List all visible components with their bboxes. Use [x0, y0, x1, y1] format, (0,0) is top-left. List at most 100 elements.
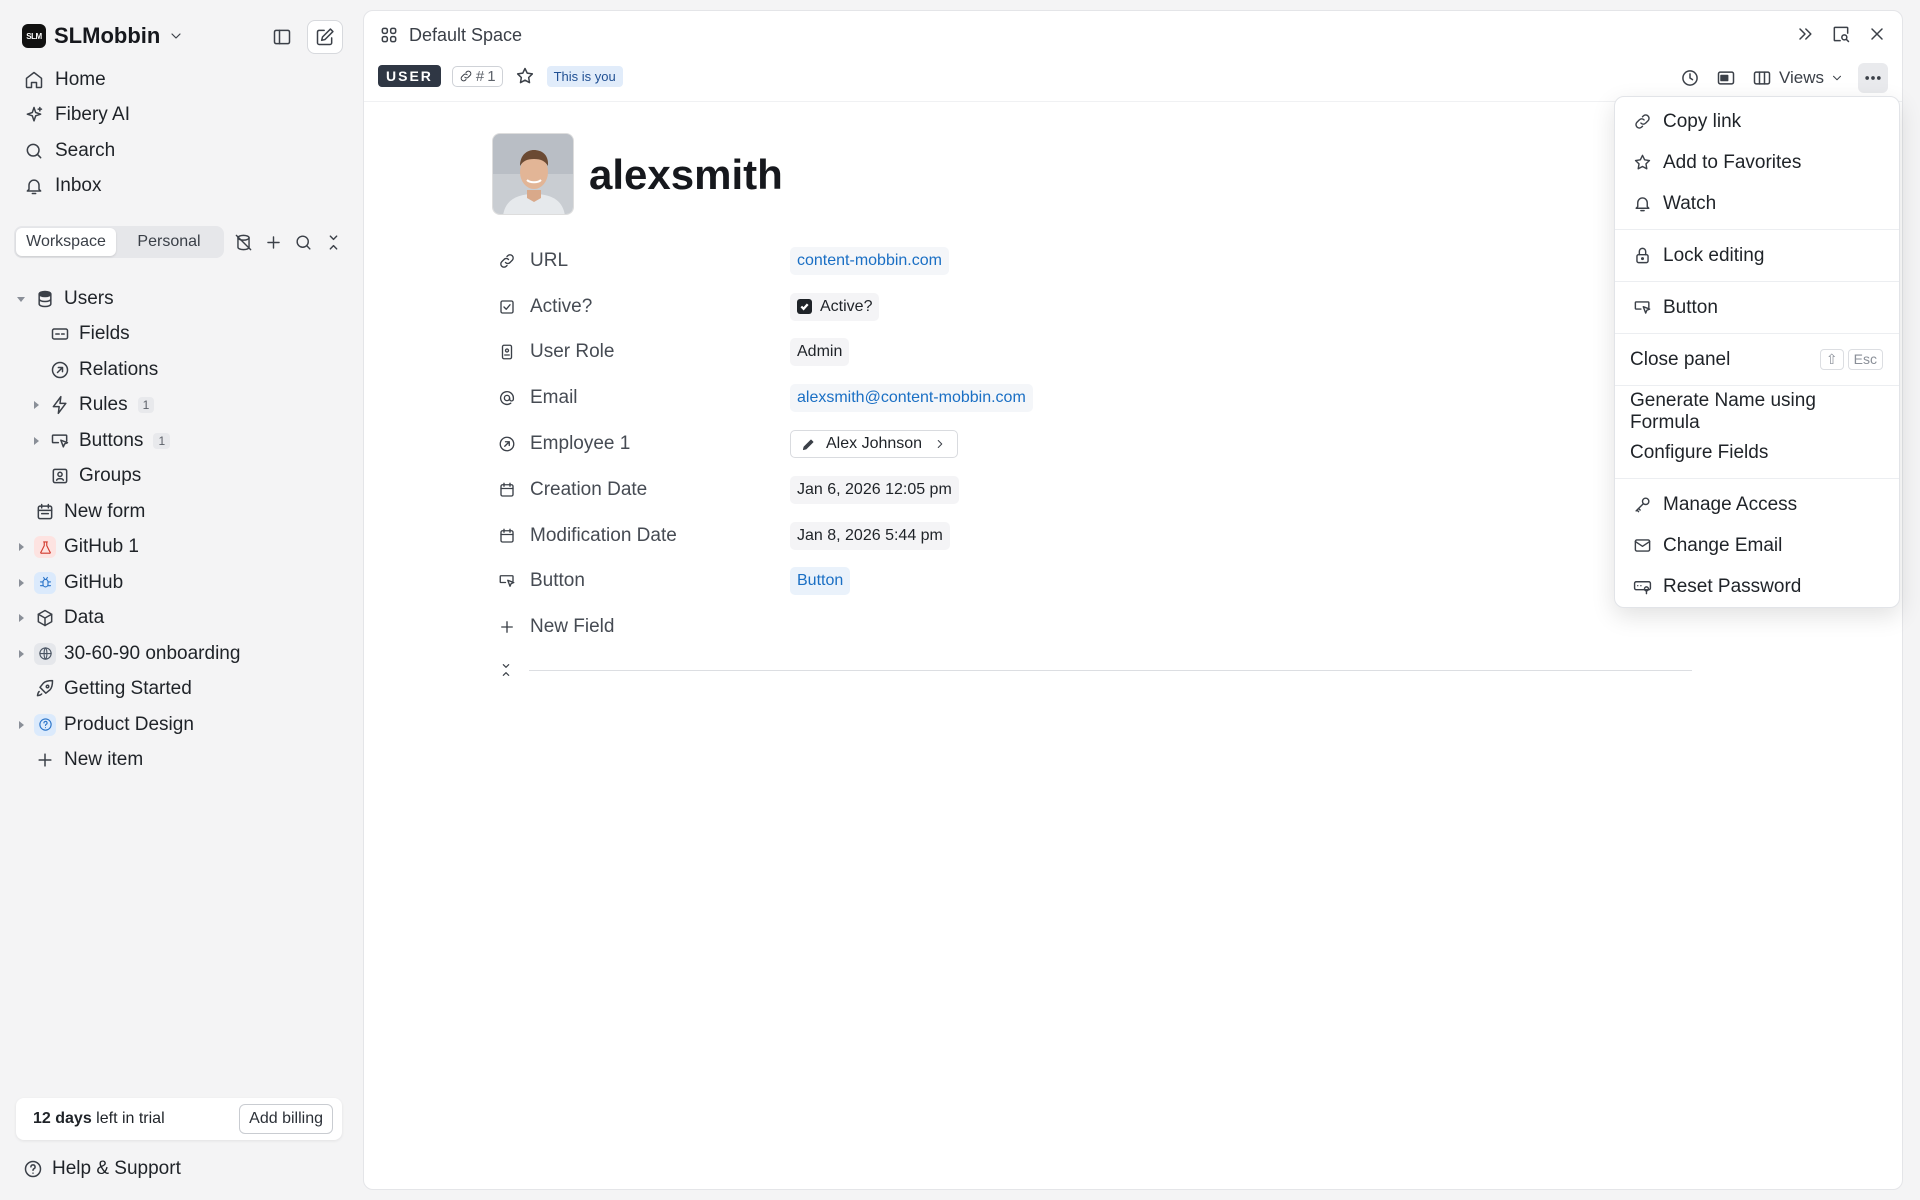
menu-item-lock-editing[interactable]: Lock editing [1615, 235, 1899, 276]
new-field-button[interactable]: New Field [492, 604, 1692, 650]
workspace-switcher[interactable]: SLM SLMobbin [22, 20, 184, 52]
nav-label: Home [55, 68, 106, 90]
caret-right-icon[interactable] [14, 611, 28, 625]
field-label[interactable]: Active? [492, 296, 790, 318]
nav-fibery-ai[interactable]: Fibery AI [16, 98, 346, 134]
collapse-all-icon[interactable] [322, 231, 344, 253]
employee-relation[interactable]: Alex Johnson [790, 430, 959, 459]
field-label-text: Employee 1 [530, 433, 631, 455]
cursor-button-icon [1631, 297, 1653, 319]
collapse-fields-icon[interactable] [497, 661, 515, 679]
box-icon [34, 607, 56, 629]
active-checkbox[interactable]: Active? [790, 292, 880, 321]
field-row-url: URL content-mobbin.com [492, 238, 1692, 284]
email-value[interactable]: alexsmith@content-mobbin.com [790, 384, 1033, 413]
entity-title[interactable]: alexsmith [589, 151, 783, 199]
hide-database-icon[interactable] [232, 231, 254, 253]
copy-id-tag[interactable]: #1 [451, 65, 503, 87]
user-role-value[interactable]: Admin [790, 338, 850, 367]
field-label[interactable]: Employee 1 [492, 433, 790, 455]
caret-right-icon[interactable] [14, 576, 28, 590]
chevron-down-icon [1830, 71, 1844, 85]
tree-item-onboarding[interactable]: 30-60-90 onboarding [14, 636, 350, 672]
tree-item-buttons[interactable]: Buttons 1 [14, 423, 350, 459]
tree-item-groups[interactable]: Groups [14, 459, 350, 495]
action-button[interactable]: Button [790, 567, 851, 596]
checkbox-icon [496, 296, 518, 318]
menu-item-add-favorites[interactable]: Add to Favorites [1615, 142, 1899, 183]
search-icon[interactable] [292, 231, 314, 253]
plus-icon [34, 749, 56, 771]
fields-list: URL content-mobbin.com Active? Active? U… [492, 238, 1692, 650]
cursor-button-icon [49, 430, 71, 452]
menu-item-generate-name[interactable]: Generate Name using Formula [1615, 389, 1899, 433]
tree-item-data[interactable]: Data [14, 601, 350, 637]
tree-item-getting-started[interactable]: Getting Started [14, 672, 350, 708]
caret-right-icon[interactable] [14, 718, 28, 732]
link-icon [496, 250, 518, 272]
field-label[interactable]: Modification Date [492, 525, 790, 547]
plus-icon[interactable] [262, 231, 284, 253]
globe-icon [34, 642, 56, 665]
field-label[interactable]: Creation Date [492, 479, 790, 501]
bug-icon [34, 571, 56, 594]
help-support-link[interactable]: Help & Support [22, 1158, 181, 1180]
menu-item-watch[interactable]: Watch [1615, 183, 1899, 224]
breadcrumb-label: Default Space [409, 24, 523, 45]
menu-item-copy-link[interactable]: Copy link [1615, 101, 1899, 142]
star-icon[interactable] [514, 65, 536, 87]
more-actions-button[interactable] [1858, 63, 1888, 93]
tree-item-users[interactable]: Users [14, 281, 350, 317]
add-billing-button[interactable]: Add billing [239, 1104, 333, 1134]
field-label[interactable]: User Role [492, 341, 790, 363]
nav-search[interactable]: Search [16, 133, 346, 169]
menu-item-reset-password[interactable]: Reset Password [1615, 566, 1899, 607]
field-label[interactable]: URL [492, 250, 790, 272]
field-label[interactable]: Email [492, 387, 790, 409]
tree-label: Data [64, 607, 105, 629]
caret-down-icon[interactable] [14, 292, 28, 306]
tab-personal[interactable]: Personal [116, 228, 222, 256]
tree-item-new-item[interactable]: New item [14, 743, 350, 779]
caret-right-icon[interactable] [29, 398, 43, 412]
tree-item-fields[interactable]: Fields [14, 317, 350, 353]
nav-home[interactable]: Home [16, 62, 346, 98]
caret-right-icon[interactable] [14, 647, 28, 661]
history-icon[interactable] [1679, 67, 1701, 89]
breadcrumb[interactable]: Default Space [378, 24, 522, 46]
panel-layout-icon[interactable] [1715, 67, 1737, 89]
type-tag[interactable]: USER [378, 65, 441, 87]
nav-inbox[interactable]: Inbox [16, 169, 346, 205]
nav-label: Inbox [55, 175, 102, 197]
tab-workspace[interactable]: Workspace [16, 228, 116, 256]
menu-item-change-email[interactable]: Change Email [1615, 525, 1899, 566]
tree-item-relations[interactable]: Relations [14, 352, 350, 388]
menu-item-configure-fields[interactable]: Configure Fields [1615, 432, 1899, 473]
menu-label: Generate Name using Formula [1630, 389, 1816, 433]
toggle-sidebar-button[interactable] [264, 20, 300, 54]
tree-item-product-design[interactable]: Product Design [14, 707, 350, 743]
menu-item-close-panel[interactable]: Close panel ⇧ Esc [1615, 339, 1899, 380]
field-label[interactable]: Button [492, 570, 790, 592]
field-row-active: Active? Active? [492, 284, 1692, 330]
open-fullscreen-icon[interactable] [1830, 23, 1852, 45]
avatar[interactable] [492, 133, 574, 215]
cursor-button-icon [496, 570, 518, 592]
close-icon[interactable] [1866, 23, 1888, 45]
workspace-name: SLMobbin [54, 23, 161, 48]
tree-item-new-form[interactable]: New form [14, 494, 350, 530]
menu-item-button[interactable]: Button [1615, 287, 1899, 328]
tree-item-github[interactable]: GitHub [14, 565, 350, 601]
tree-item-github-1[interactable]: GitHub 1 [14, 530, 350, 566]
caret-right-icon[interactable] [14, 540, 28, 554]
menu-item-manage-access[interactable]: Manage Access [1615, 484, 1899, 525]
tree-item-rules[interactable]: Rules 1 [14, 388, 350, 424]
password-icon [1631, 576, 1653, 598]
caret-right-icon[interactable] [29, 434, 43, 448]
field-row-email: Email alexsmith@content-mobbin.com [492, 375, 1692, 421]
expand-panel-icon[interactable] [1794, 23, 1816, 45]
url-value[interactable]: content-mobbin.com [790, 246, 949, 275]
new-entity-button[interactable] [307, 20, 343, 54]
views-dropdown[interactable]: Views [1751, 67, 1844, 89]
tree-label: Rules [79, 394, 128, 416]
